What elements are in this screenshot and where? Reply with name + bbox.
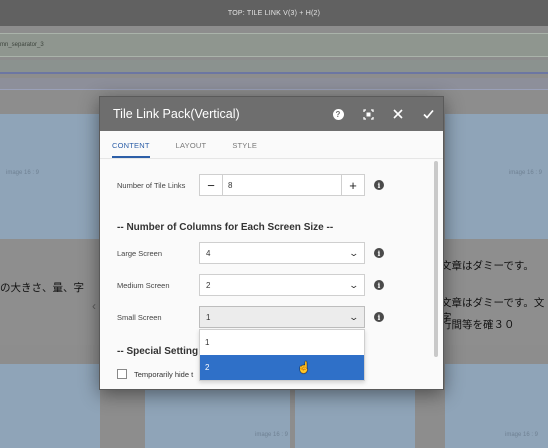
dialog-header: Tile Link Pack(Vertical) ? xyxy=(100,97,443,131)
small-screen-row: Small Screen 1 ⌄ xyxy=(117,306,365,328)
tile-caption: image 16 : 9 xyxy=(255,432,289,438)
tile-link-dialog: Tile Link Pack(Vertical) ? CONTENT LAYOU… xyxy=(99,96,444,390)
chevron-down-icon: ⌄ xyxy=(348,247,360,258)
tile-image-right[interactable]: image 16 : 9 xyxy=(445,114,548,239)
columns-section-heading: -- Number of Columns for Each Screen Siz… xyxy=(117,222,334,233)
tile-links-label: Number of Tile Links xyxy=(117,180,186,190)
small-screen-label: Small Screen xyxy=(117,312,162,322)
chevron-down-icon: ⌄ xyxy=(348,279,360,290)
temp-hide-row: Temporarily hide t xyxy=(117,369,193,379)
dropdown-option[interactable]: 1 xyxy=(200,330,364,355)
tile-caption: image 16 : 9 xyxy=(508,170,542,176)
component-placeholder xyxy=(0,78,548,90)
special-setting-heading: -- Special Setting xyxy=(117,346,199,357)
hand-cursor-icon: ☝ xyxy=(297,362,311,374)
info-icon[interactable]: i xyxy=(374,312,384,322)
fullscreen-icon xyxy=(362,108,374,120)
help-button[interactable]: ? xyxy=(323,97,353,131)
temp-hide-label: Temporarily hide t xyxy=(134,369,194,379)
tab-content[interactable]: CONTENT xyxy=(112,141,150,158)
separator-component[interactable]: mn_separator_3 xyxy=(0,33,548,57)
info-icon[interactable]: i xyxy=(374,248,384,258)
fullscreen-button[interactable] xyxy=(353,97,383,131)
tile-caption: image 16 : 9 xyxy=(6,170,40,176)
checkmark-icon xyxy=(422,109,434,119)
topbar-title: TOP: TILE LINK V(3) + H(2) xyxy=(227,9,321,17)
chevron-down-icon: ⌄ xyxy=(348,311,360,322)
close-icon xyxy=(393,109,403,119)
medium-screen-select[interactable]: 2 ⌄ xyxy=(199,274,365,296)
info-icon[interactable]: i xyxy=(374,280,384,290)
dialog-title: Tile Link Pack(Vertical) xyxy=(113,107,240,121)
close-button[interactable] xyxy=(383,97,413,131)
medium-screen-label: Medium Screen xyxy=(117,280,170,290)
selection-line xyxy=(0,72,548,74)
chevron-left-icon[interactable]: ‹ xyxy=(92,299,96,313)
large-screen-label: Large Screen xyxy=(117,248,163,258)
tile-image-bottom-4[interactable]: image 16 : 9 xyxy=(445,364,548,448)
body-text-right-1: 文章はダミーです。 xyxy=(441,260,534,272)
dropdown-option-highlighted[interactable]: 2 xyxy=(200,355,364,380)
medium-screen-row: Medium Screen 2 ⌄ xyxy=(117,274,365,296)
large-screen-select[interactable]: 4 ⌄ xyxy=(199,242,365,264)
dialog-body: Number of Tile Links − 8 + i -- Number o… xyxy=(100,160,434,390)
large-screen-row: Large Screen 4 ⌄ xyxy=(117,242,365,264)
increment-button[interactable]: + xyxy=(342,175,364,195)
page-topbar: TOP: TILE LINK V(3) + H(2) xyxy=(0,0,548,26)
small-screen-value: 1 xyxy=(206,312,211,322)
dialog-scrollbar[interactable] xyxy=(434,161,438,357)
tile-caption: image 16 : 9 xyxy=(505,432,539,438)
dialog-tabs: CONTENT LAYOUT STYLE xyxy=(100,131,443,159)
small-screen-select[interactable]: 1 ⌄ xyxy=(199,306,365,328)
tile-image-bottom-1[interactable] xyxy=(0,364,100,448)
temp-hide-checkbox[interactable] xyxy=(117,369,127,379)
large-screen-value: 4 xyxy=(206,248,211,258)
medium-screen-value: 2 xyxy=(206,280,211,290)
tile-links-stepper: − 8 + xyxy=(199,174,365,196)
tab-layout[interactable]: LAYOUT xyxy=(176,141,207,158)
separator-label: mn_separator_3 xyxy=(0,42,44,48)
tile-image-left[interactable]: image 16 : 9 xyxy=(0,114,100,239)
help-icon: ? xyxy=(332,108,344,120)
tab-style[interactable]: STYLE xyxy=(232,141,257,158)
tile-links-row: Number of Tile Links − 8 + xyxy=(117,174,365,196)
body-text-left: の大きさ、量、字 xyxy=(0,282,84,294)
tile-links-input[interactable]: 8 xyxy=(222,175,342,195)
small-screen-dropdown: 1 2 xyxy=(199,329,365,381)
done-button[interactable] xyxy=(413,97,443,131)
body-text-right-3: 行間等を確３０ xyxy=(441,319,515,331)
decrement-button[interactable]: − xyxy=(200,175,222,195)
info-icon[interactable]: i xyxy=(374,180,384,190)
